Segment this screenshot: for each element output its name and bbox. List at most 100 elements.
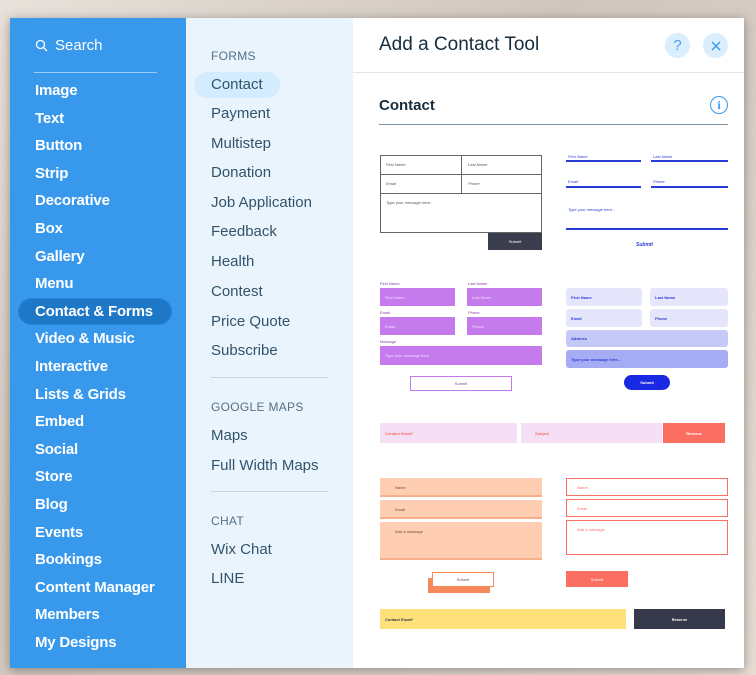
category-video-music[interactable]: Video & Music <box>10 325 186 353</box>
category-my-designs[interactable]: My Designs <box>10 629 186 657</box>
first-name-underline <box>566 160 641 162</box>
category-decorative[interactable]: Decorative <box>10 187 186 215</box>
name-input: Name <box>566 478 728 496</box>
subnav-payment[interactable]: Payment <box>211 101 270 127</box>
subnav-wix-chat[interactable]: Wix Chat <box>211 537 272 563</box>
email-input: Email <box>566 499 728 517</box>
subcategory-nav: FORMS Contact Payment Multistep Donation… <box>186 18 353 668</box>
email-field: Email <box>386 181 397 186</box>
forms-divider <box>211 377 328 378</box>
category-social[interactable]: Social <box>10 436 186 464</box>
first-name-input: First Name <box>566 288 642 306</box>
last-name-field: Last Name <box>468 162 488 167</box>
last-name-underline <box>651 160 728 162</box>
first-name-field: First Name <box>568 154 588 159</box>
close-button[interactable] <box>703 33 728 58</box>
message-input: Type your message here... <box>566 350 728 368</box>
col-divider <box>461 155 462 193</box>
first-name-input: First Name <box>380 288 455 306</box>
message-label: Message <box>380 339 397 344</box>
subject-input: Subject <box>521 423 662 443</box>
category-embed[interactable]: Embed <box>10 408 186 436</box>
last-name-label: Last Name <box>468 281 488 286</box>
name-input: Name <box>380 478 542 497</box>
phone-label: Phone <box>468 310 480 315</box>
category-image[interactable]: Image <box>10 77 186 105</box>
message-field: Type your message here... <box>386 200 434 205</box>
phone-underline <box>651 186 728 188</box>
subnav-contact[interactable]: Contact <box>194 72 280 98</box>
close-icon <box>711 41 720 50</box>
category-gallery[interactable]: Gallery <box>10 243 186 271</box>
contact-template-2[interactable]: First Name Last Name Email Phone Type yo… <box>566 154 728 255</box>
contact-template-6[interactable]: Name Email Add a message Submit <box>380 478 542 593</box>
chat-heading: CHAT <box>211 514 244 528</box>
message-input: Add a message <box>380 522 542 560</box>
subnav-feedback[interactable]: Feedback <box>211 219 277 245</box>
search-label: Search <box>55 36 103 54</box>
last-name-input: Last Name <box>467 288 542 306</box>
category-strip[interactable]: Strip <box>10 160 186 188</box>
reserve-button: Reserve <box>634 609 725 629</box>
maps-heading: GOOGLE MAPS <box>211 400 304 414</box>
category-interactive[interactable]: Interactive <box>10 353 186 381</box>
email-label: Email <box>380 310 391 315</box>
subnav-health[interactable]: Health <box>211 249 254 275</box>
submit-button: Submit <box>410 376 512 391</box>
search-icon <box>35 39 48 51</box>
subnav-job-application[interactable]: Job Application <box>211 190 312 216</box>
category-text[interactable]: Text <box>10 105 186 133</box>
content-area: Add a Contact Tool ? Contact i First Nam… <box>353 18 744 668</box>
contact-template-7[interactable]: Name Email Add a message Submit <box>566 478 728 588</box>
message-input: Type your message here <box>380 346 542 365</box>
help-button[interactable]: ? <box>665 33 690 58</box>
phone-input: Phone <box>650 309 728 327</box>
category-sidebar: Search Image Text Button Strip Decorativ… <box>10 18 186 668</box>
last-name-input: Last Name <box>650 288 728 306</box>
category-contact-forms[interactable]: Contact & Forms <box>18 297 172 326</box>
section-divider <box>379 124 728 125</box>
subnav-price-quote[interactable]: Price Quote <box>211 309 290 335</box>
submit-button: Submit <box>488 233 542 250</box>
contact-template-3[interactable]: First Name Last Name First Name Last Nam… <box>380 281 542 391</box>
forms-heading: FORMS <box>211 49 256 63</box>
question-icon: ? <box>673 37 682 54</box>
add-panel: Search Image Text Button Strip Decorativ… <box>10 18 744 668</box>
category-lists-grids[interactable]: Lists & Grids <box>10 381 186 409</box>
category-members[interactable]: Members <box>10 601 186 629</box>
contact-template-8[interactable]: Contact Email* Reserve <box>380 609 725 629</box>
submit-button: Submit <box>636 242 653 248</box>
last-name-field: Last Name <box>653 154 673 159</box>
category-list: Image Text Button Strip Decorative Box G… <box>10 77 186 656</box>
search-button[interactable]: Search <box>10 18 186 72</box>
subnav-subscribe[interactable]: Subscribe <box>211 338 278 364</box>
search-divider <box>34 72 157 73</box>
address-input: Address <box>566 330 728 347</box>
header-divider <box>353 72 744 73</box>
email-input: Contact Email* <box>380 609 626 629</box>
category-menu[interactable]: Menu <box>10 270 186 298</box>
message-input: Add a message <box>566 520 728 555</box>
info-icon[interactable]: i <box>710 96 728 114</box>
phone-field: Phone <box>653 179 665 184</box>
row-divider <box>380 193 542 194</box>
subnav-donation[interactable]: Donation <box>211 160 271 186</box>
category-box[interactable]: Box <box>10 215 186 243</box>
contact-template-1[interactable]: First Name Last Name Email Phone Type yo… <box>380 155 542 250</box>
category-button[interactable]: Button <box>10 132 186 160</box>
subnav-line[interactable]: LINE <box>211 566 244 592</box>
subnav-maps[interactable]: Maps <box>211 423 248 449</box>
subnav-multistep[interactable]: Multistep <box>211 131 271 157</box>
first-name-label: First Name <box>380 281 400 286</box>
contact-template-5[interactable]: Contact Email* Subject Reserve <box>380 423 725 443</box>
category-blog[interactable]: Blog <box>10 491 186 519</box>
subnav-full-width-maps[interactable]: Full Width Maps <box>211 453 319 479</box>
category-bookings[interactable]: Bookings <box>10 546 186 574</box>
category-store[interactable]: Store <box>10 463 186 491</box>
reserve-button: Reserve <box>663 423 725 443</box>
contact-template-4[interactable]: First Name Last Name Email Phone Address… <box>566 288 728 392</box>
subnav-contest[interactable]: Contest <box>211 279 263 305</box>
phone-input: Phone <box>467 317 542 335</box>
category-events[interactable]: Events <box>10 519 186 547</box>
category-content-manager[interactable]: Content Manager <box>10 574 186 602</box>
